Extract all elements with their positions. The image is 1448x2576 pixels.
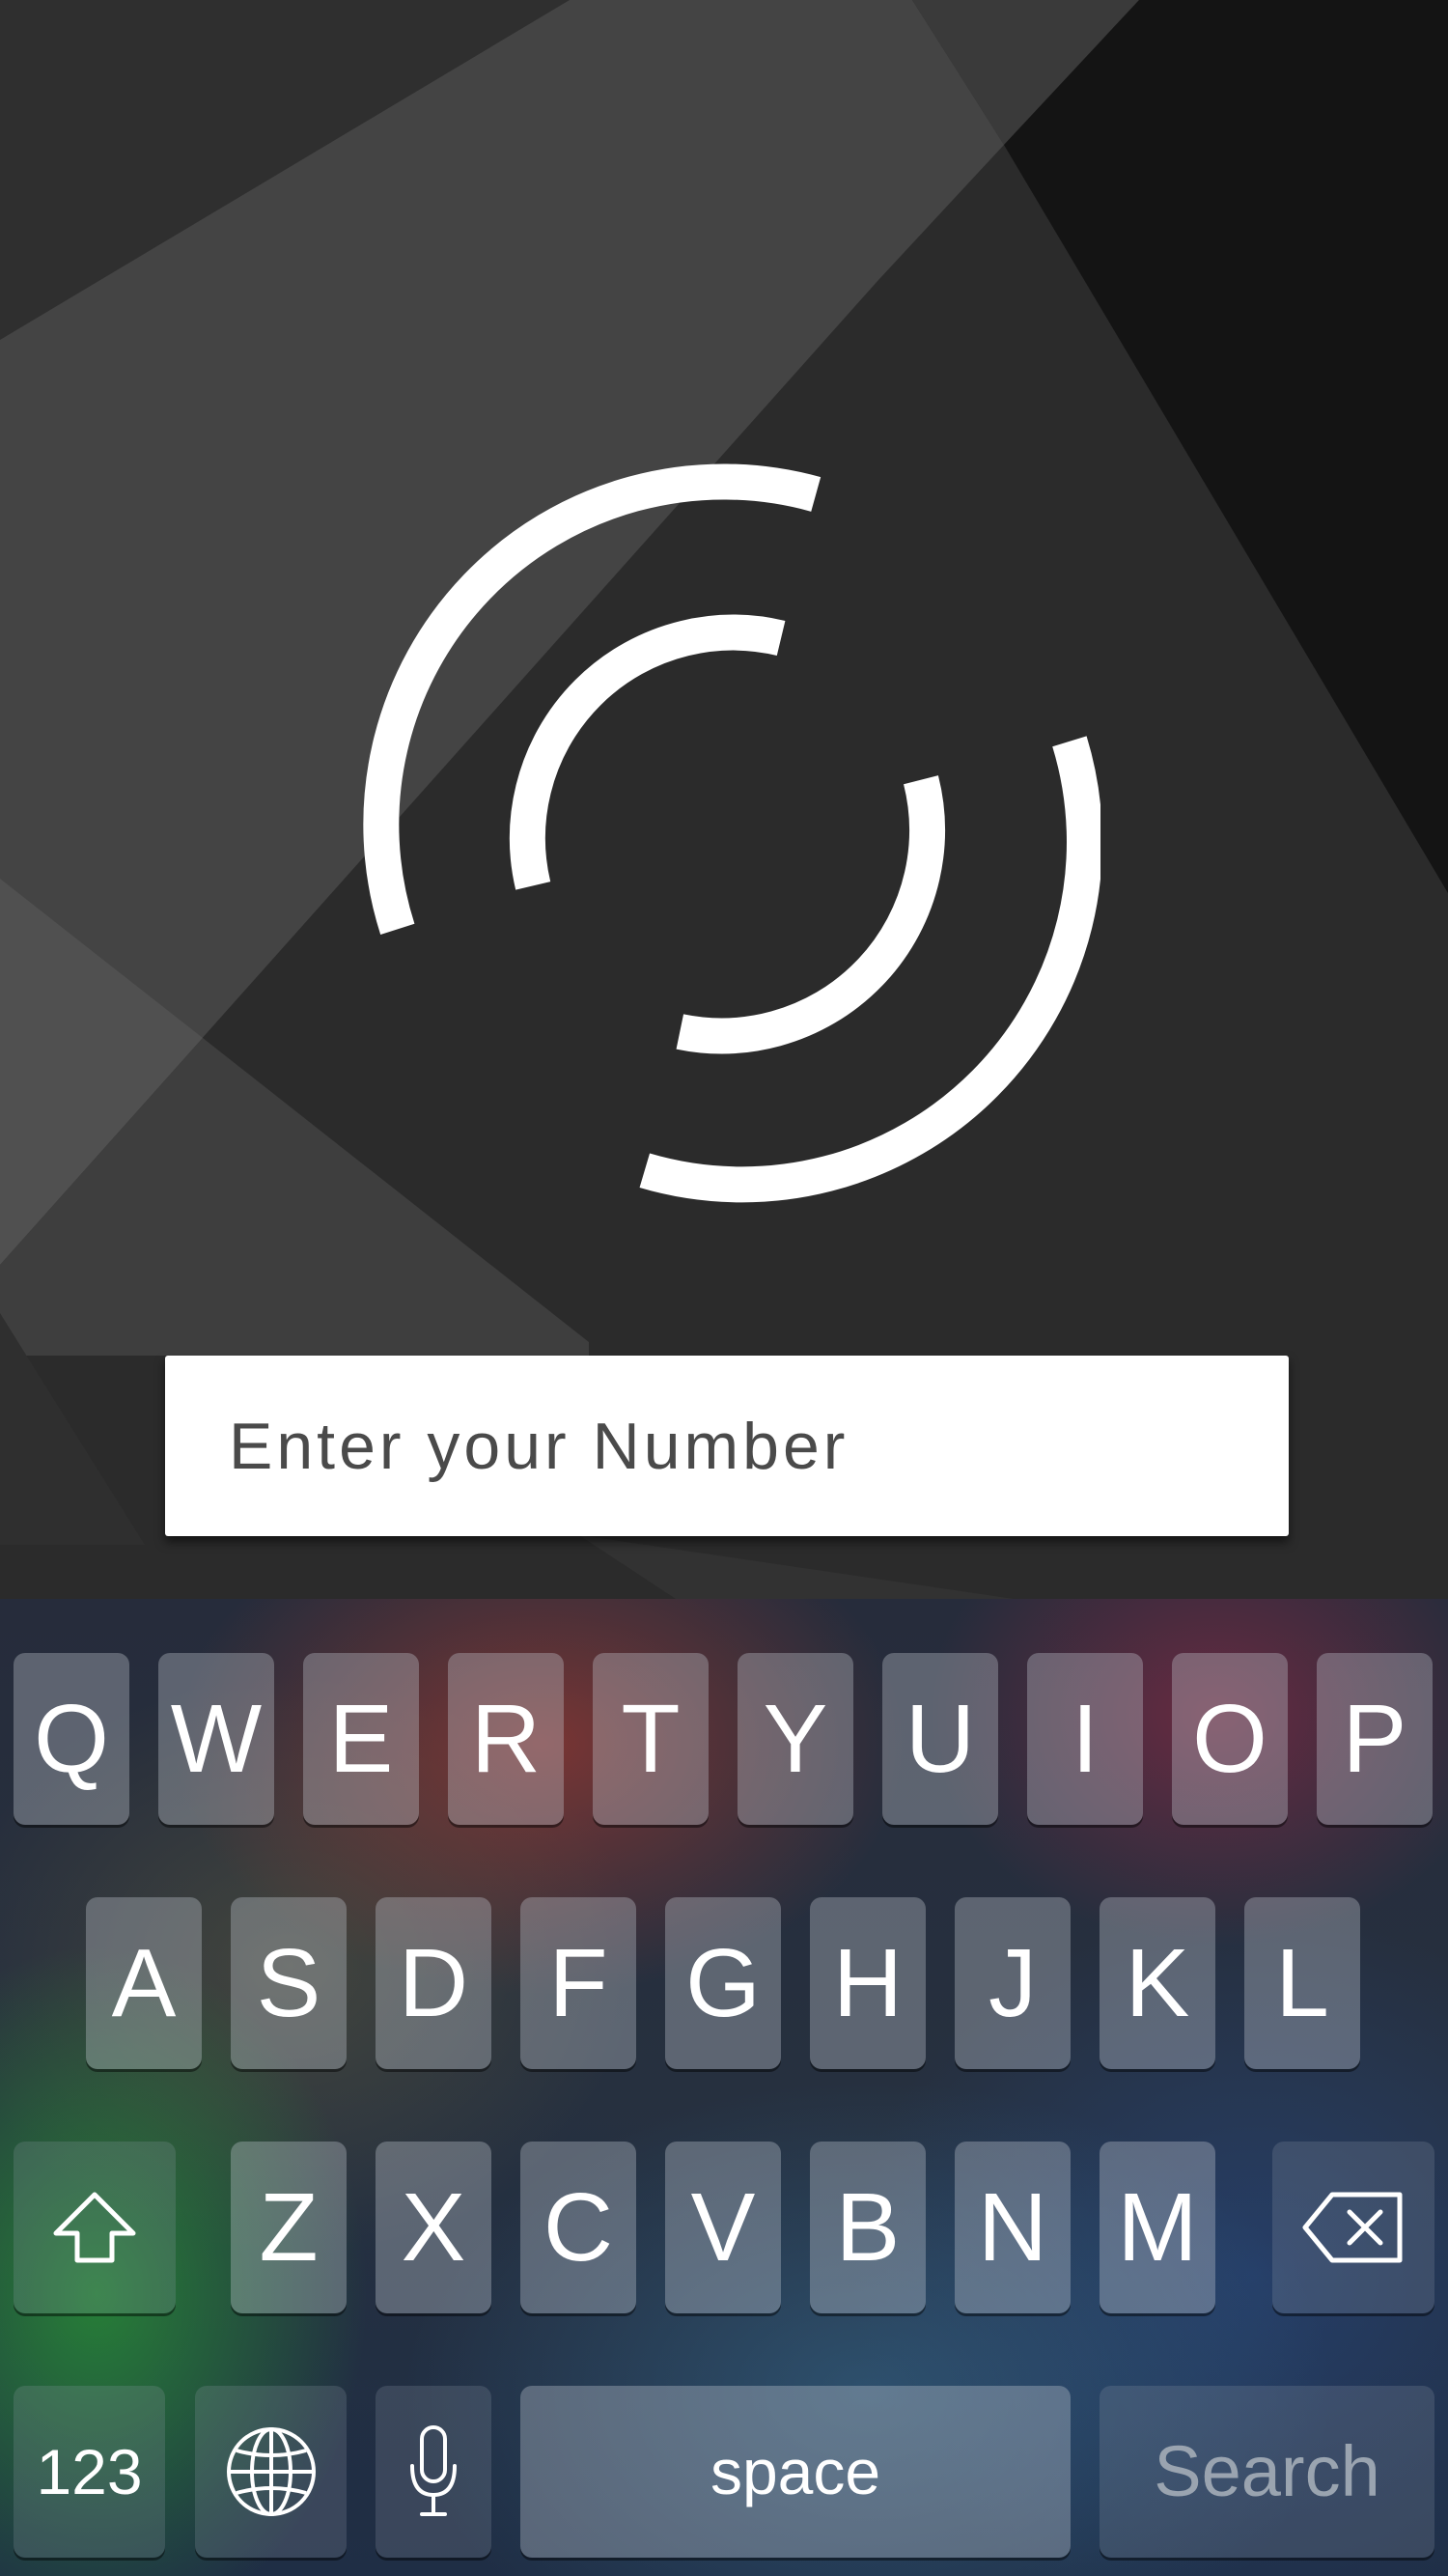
- on-screen-keyboard: Q W E R T Y U I O P A S D F G H J K L Z …: [0, 1599, 1448, 2576]
- key-y[interactable]: Y: [738, 1653, 853, 1825]
- microphone-key[interactable]: [376, 2386, 491, 2558]
- key-w[interactable]: W: [158, 1653, 274, 1825]
- shift-arrow-icon: [53, 2192, 136, 2263]
- key-i[interactable]: I: [1027, 1653, 1143, 1825]
- key-n[interactable]: N: [955, 2142, 1071, 2313]
- search-key[interactable]: Search: [1100, 2386, 1434, 2558]
- globe-icon: [226, 2427, 316, 2516]
- key-s[interactable]: S: [231, 1897, 347, 2069]
- key-x[interactable]: X: [376, 2142, 491, 2313]
- key-p[interactable]: P: [1317, 1653, 1433, 1825]
- key-d[interactable]: D: [376, 1897, 491, 2069]
- space-key[interactable]: space: [520, 2386, 1071, 2558]
- key-t[interactable]: T: [593, 1653, 709, 1825]
- key-o[interactable]: O: [1172, 1653, 1288, 1825]
- backspace-icon: [1302, 2192, 1403, 2263]
- key-z[interactable]: Z: [231, 2142, 347, 2313]
- key-v[interactable]: V: [665, 2142, 781, 2313]
- key-k[interactable]: K: [1100, 1897, 1215, 2069]
- globe-key[interactable]: [195, 2386, 347, 2558]
- key-a[interactable]: A: [86, 1897, 202, 2069]
- key-u[interactable]: U: [882, 1653, 998, 1825]
- key-e[interactable]: E: [303, 1653, 419, 1825]
- key-r[interactable]: R: [448, 1653, 564, 1825]
- key-l[interactable]: L: [1244, 1897, 1360, 2069]
- key-g[interactable]: G: [665, 1897, 781, 2069]
- key-j[interactable]: J: [955, 1897, 1071, 2069]
- key-m[interactable]: M: [1100, 2142, 1215, 2313]
- key-c[interactable]: C: [520, 2142, 636, 2313]
- backspace-key[interactable]: [1272, 2142, 1434, 2313]
- microphone-icon: [410, 2425, 457, 2516]
- key-b[interactable]: B: [810, 2142, 926, 2313]
- phone-number-input[interactable]: [165, 1356, 1289, 1536]
- key-h[interactable]: H: [810, 1897, 926, 2069]
- key-q[interactable]: Q: [14, 1653, 129, 1825]
- shift-key[interactable]: [14, 2142, 176, 2313]
- key-f[interactable]: F: [520, 1897, 636, 2069]
- concentric-rings-logo-icon: [363, 463, 1100, 1203]
- numbers-key[interactable]: 123: [14, 2386, 165, 2558]
